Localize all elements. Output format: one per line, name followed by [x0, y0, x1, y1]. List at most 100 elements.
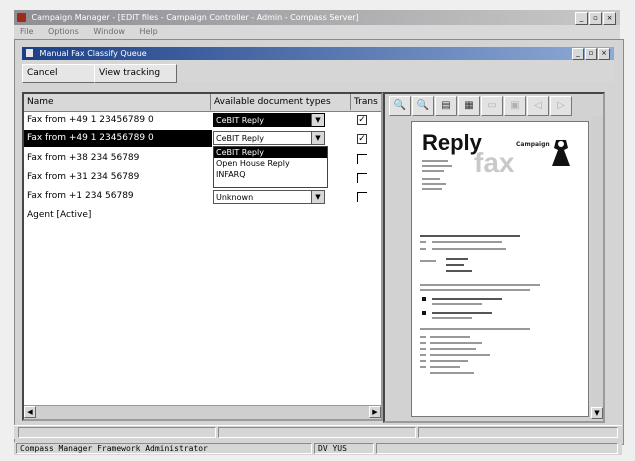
dropdown-arrow-icon[interactable]: ▼	[311, 191, 324, 203]
document-type-dropdown-list[interactable]: CeBIT Reply Open House Reply INFARQ	[213, 146, 328, 188]
table-row-selected[interactable]: Fax from +49 1 23456789 0	[24, 130, 212, 147]
checkbox[interactable]	[357, 154, 367, 164]
status-bar-upper	[14, 425, 622, 439]
cancel-button[interactable]: Cancel	[22, 64, 95, 83]
close-button[interactable]: ×	[603, 12, 616, 25]
status-bar: Compass Manager Framework Administrator …	[14, 442, 622, 455]
text-line	[446, 270, 472, 272]
text-line	[420, 235, 520, 237]
text-line	[446, 258, 468, 260]
text-line	[420, 248, 426, 250]
text-line	[446, 264, 464, 266]
rotate-icon[interactable]: ▭	[481, 96, 503, 116]
table-row[interactable]: Fax from +31 234 56789	[24, 169, 212, 186]
document-type-value: CeBIT Reply	[216, 134, 264, 143]
text-line	[422, 170, 444, 172]
text-line	[422, 178, 440, 180]
child-window-title: Manual Fax Classify Queue	[39, 49, 147, 58]
text-line	[420, 336, 426, 338]
column-header-trans[interactable]: Trans	[351, 94, 381, 110]
menubar: File Options Window Help	[14, 25, 620, 39]
grid-icon[interactable]: ▦	[458, 96, 480, 116]
checkbox-checked[interactable]: ✓	[357, 134, 367, 144]
text-line	[420, 328, 530, 330]
menu-window[interactable]: Window	[87, 25, 131, 36]
dropdown-option[interactable]: CeBIT Reply	[214, 147, 327, 158]
fax-word: fax	[474, 147, 515, 178]
text-line	[420, 241, 426, 243]
text-line	[432, 248, 506, 250]
menu-file[interactable]: File	[14, 25, 39, 36]
vertical-scrollbar[interactable]: ▼	[591, 116, 603, 419]
document-type-select[interactable]: CeBIT Reply ▼	[213, 131, 325, 145]
child-maximize-button[interactable]: ▫	[585, 48, 597, 60]
print-icon[interactable]: ▣	[504, 96, 526, 116]
text-line	[420, 354, 426, 356]
text-line	[432, 312, 492, 314]
text-line	[422, 160, 448, 162]
document-type-select[interactable]: CeBIT Reply ▼	[213, 113, 325, 127]
table-row[interactable]: Fax from +1 234 56789	[24, 188, 212, 205]
minimize-button[interactable]: _	[575, 12, 588, 25]
fax-page-preview: Reply fax Campaign	[411, 121, 589, 417]
column-header-name[interactable]: Name	[24, 94, 211, 110]
text-line	[420, 284, 540, 286]
column-header-document-types[interactable]: Available document types	[211, 94, 351, 110]
text-line	[430, 360, 468, 362]
child-minimize-button[interactable]: _	[572, 48, 584, 60]
text-line	[432, 317, 472, 319]
back-icon[interactable]: ◁	[527, 96, 549, 116]
grid-header: Name Available document types Trans	[24, 94, 381, 112]
checkbox[interactable]	[357, 173, 367, 183]
toolbar: Cancel View tracking	[22, 60, 614, 83]
text-line	[422, 165, 452, 167]
status-text: Compass Manager Framework Administrator	[16, 443, 312, 454]
zoom-in-icon[interactable]: 🔍	[389, 96, 411, 116]
text-line	[420, 360, 426, 362]
app-logo-icon	[17, 13, 26, 22]
page-icon[interactable]: ▤	[435, 96, 457, 116]
table-row[interactable]: Fax from +38 234 56789	[24, 150, 212, 167]
document-type-select[interactable]: Unknown ▼	[213, 190, 325, 204]
view-tracking-button[interactable]: View tracking	[94, 64, 177, 83]
text-line	[430, 372, 474, 374]
dropdown-option[interactable]: Open House Reply	[214, 158, 327, 169]
fax-queue-grid[interactable]: Name Available document types Trans Fax …	[22, 92, 383, 421]
fax-preview-panel: 🔍 🔍 ▤ ▦ ▭ ▣ ◁ ▷ Reply fax Campaign ▼	[383, 92, 605, 423]
forward-icon[interactable]: ▷	[550, 96, 572, 116]
menu-help[interactable]: Help	[133, 25, 163, 36]
checkbox-checked[interactable]: ✓	[357, 115, 367, 125]
text-line	[432, 241, 502, 243]
status-pane	[418, 427, 618, 438]
scroll-down-icon[interactable]: ▼	[591, 407, 603, 419]
zoom-out-icon[interactable]: 🔍	[412, 96, 434, 116]
text-line	[422, 188, 442, 190]
child-window-titlebar: Manual Fax Classify Queue _ ▫ ×	[22, 47, 614, 60]
maximize-button[interactable]: ▫	[589, 12, 602, 25]
horizontal-scrollbar[interactable]: ◀ ▶	[24, 405, 381, 419]
checkbox[interactable]	[357, 192, 367, 202]
text-line	[420, 289, 530, 291]
text-line	[430, 336, 470, 338]
menu-options[interactable]: Options	[42, 25, 85, 36]
text-line	[430, 348, 476, 350]
text-line	[420, 342, 426, 344]
bullet-mark	[422, 297, 426, 301]
dropdown-arrow-icon[interactable]: ▼	[311, 132, 324, 144]
fax-brand-text: Campaign	[516, 141, 550, 148]
status-pane	[376, 443, 618, 454]
dropdown-option[interactable]: INFARQ	[214, 169, 327, 180]
scroll-left-icon[interactable]: ◀	[24, 406, 36, 418]
status-mode: DV YUS	[314, 443, 374, 454]
child-close-button[interactable]: ×	[598, 48, 610, 60]
app-title: Campaign Manager - [EDIT files - Campaig…	[31, 13, 359, 22]
bullet-mark	[422, 311, 426, 315]
table-row[interactable]: Agent [Active]	[24, 207, 212, 224]
text-line	[430, 342, 482, 344]
scroll-right-icon[interactable]: ▶	[369, 406, 381, 418]
app-titlebar: Campaign Manager - [EDIT files - Campaig…	[14, 10, 620, 25]
table-row[interactable]: Fax from +49 1 23456789 0	[24, 112, 212, 129]
dropdown-arrow-icon[interactable]: ▼	[311, 114, 324, 126]
document-icon	[26, 49, 33, 57]
text-line	[430, 366, 460, 368]
